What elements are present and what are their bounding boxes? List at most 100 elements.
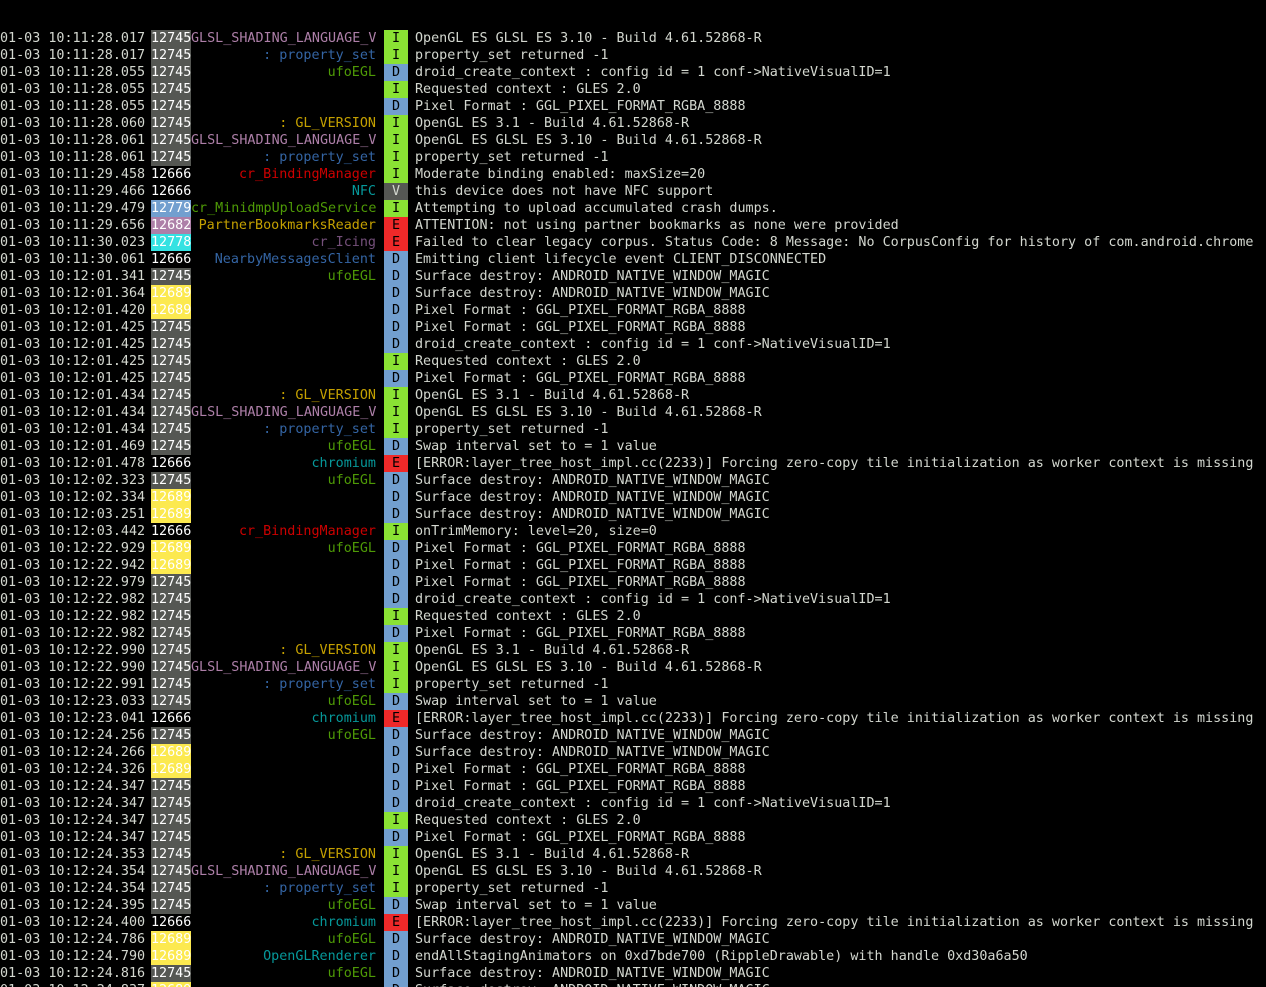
log-pid: 12745 xyxy=(151,30,191,47)
log-row: 01-03 10:12:01.434 12745: property_set Ipr… xyxy=(0,421,1266,438)
log-row: 01-03 10:12:01.434 12745: GL_VERSION I Open… xyxy=(0,387,1266,404)
log-row: 01-03 10:12:24.347 12745 D Pixel Format : G… xyxy=(0,778,1266,795)
log-tag: chromium xyxy=(311,915,377,930)
log-row: 01-03 10:12:03.442 12666 cr_BindingManager… xyxy=(0,523,1266,540)
log-message: Surface destroy: ANDROID_NATIVE_WINDOW_M… xyxy=(415,982,1266,987)
log-level-badge: D xyxy=(384,591,408,608)
log-level-badge: E xyxy=(384,217,408,234)
log-message: Requested context : GLES 2.0 xyxy=(415,609,641,624)
log-timestamp: 01-03 10:12:24.400 xyxy=(0,915,146,930)
log-timestamp: 01-03 10:12:03.251 xyxy=(0,507,146,522)
log-tag: NFC xyxy=(351,184,376,199)
log-timestamp: 01-03 10:11:28.017 xyxy=(0,48,146,63)
log-row: 01-03 10:11:28.060 12745: GL_VERSION I Open… xyxy=(0,115,1266,132)
log-message: ATTENTION: not using partner bookmarks a… xyxy=(415,218,899,233)
log-tag xyxy=(191,982,376,987)
log-tag xyxy=(191,81,376,98)
log-row: 01-03 10:12:24.353 12745: GL_VERSION I Open… xyxy=(0,846,1266,863)
log-pid: 12689 xyxy=(151,489,191,506)
log-level-badge: V xyxy=(384,183,408,200)
log-message: Pixel Format : GGL_PIXEL_FORMAT_RGBA_888… xyxy=(415,575,746,590)
log-timestamp: 01-03 10:12:22.929 xyxy=(0,541,146,556)
log-level-badge: E xyxy=(384,234,408,251)
log-level-badge: D xyxy=(384,540,408,557)
log-message: Attempting to upload accumulated crash d… xyxy=(415,201,778,216)
log-level-badge: E xyxy=(384,914,408,931)
log-row: 01-03 10:12:02.323 12745 ufoEGL D Surface de… xyxy=(0,472,1266,489)
log-tag xyxy=(191,319,376,336)
log-timestamp: 01-03 10:12:24.790 xyxy=(0,949,146,964)
log-pid: 12745 xyxy=(151,642,191,659)
log-row: 01-03 10:12:02.334 12689 D Surface destroy:… xyxy=(0,489,1266,506)
log-level-badge: D xyxy=(384,370,408,387)
log-row: 01-03 10:12:22.982 12745 Ddroid_create_con… xyxy=(0,591,1266,608)
log-message: Pixel Format : GGL_PIXEL_FORMAT_RGBA_888… xyxy=(415,320,746,335)
log-message: Moderate binding enabled: maxSize=20 xyxy=(415,167,706,182)
log-message: Requested context : GLES 2.0 xyxy=(415,813,641,828)
log-timestamp: 01-03 10:12:24.347 xyxy=(0,830,146,845)
log-pid: 12745 xyxy=(151,829,191,846)
log-message: droid_create_context : config id = 1 con… xyxy=(415,337,891,352)
log-pid: 12745 xyxy=(151,625,191,642)
log-pid: 12745 xyxy=(151,693,191,710)
log-row: 01-03 10:12:24.816 12745 ufoEGL D Surface de… xyxy=(0,965,1266,982)
log-tag xyxy=(191,285,376,302)
log-row: 01-03 10:11:29.458 12666 cr_BindingManager… xyxy=(0,166,1266,183)
log-row: 01-03 10:11:28.055 12745 ufoEGL Ddroid_crea… xyxy=(0,64,1266,81)
log-message: endAllStagingAnimators on 0xd7bde700 (Ri… xyxy=(415,949,1028,964)
log-row: 01-03 10:12:22.990 12745: GL_VERSION I Open… xyxy=(0,642,1266,659)
log-message: OpenGL ES GLSL ES 3.10 - Build 4.61.5286… xyxy=(415,660,762,675)
log-row: 01-03 10:12:01.425 12745 Ddroid_create_con… xyxy=(0,336,1266,353)
log-level-badge: D xyxy=(384,285,408,302)
log-timestamp: 01-03 10:11:30.023 xyxy=(0,235,146,250)
log-pid: 12745 xyxy=(151,319,191,336)
log-row: 01-03 10:11:28.017 12745: property_set Ipr… xyxy=(0,47,1266,64)
log-message: Surface destroy: ANDROID_NATIVE_WINDOW_M… xyxy=(415,932,770,947)
log-timestamp: 01-03 10:11:30.061 xyxy=(0,252,146,267)
log-level-badge: D xyxy=(384,744,408,761)
log-row: 01-03 10:12:22.979 12745 D Pixel Format : G… xyxy=(0,574,1266,591)
log-message: OpenGL ES 3.1 - Build 4.61.52868-R xyxy=(415,643,690,658)
log-pid: 12689 xyxy=(151,744,191,761)
log-row: 01-03 10:12:01.420 12689 D Pixel Format : G… xyxy=(0,302,1266,319)
log-tag: GLSL_SHADING_LANGUAGE_VERSION xyxy=(191,660,376,675)
log-pid: 12745 xyxy=(151,149,191,166)
log-tag: : GL_VERSION xyxy=(279,643,376,658)
log-pid: 12745 xyxy=(151,115,191,132)
log-pid: 12745 xyxy=(151,387,191,404)
log-timestamp: 01-03 10:11:28.055 xyxy=(0,65,146,80)
log-tag: cr_BindingManager xyxy=(238,167,376,182)
log-pid: 12666 xyxy=(151,252,191,267)
logcat-terminal[interactable]: 01-03 10:11:28.017 12745 GLSL_SHADING_LANG… xyxy=(0,0,1266,987)
log-message: property_set returned -1 xyxy=(415,881,609,896)
log-level-badge: D xyxy=(384,625,408,642)
log-message: this device does not have NFC support xyxy=(415,184,714,199)
log-pid: 12666 xyxy=(151,711,191,726)
log-timestamp: 01-03 10:11:28.055 xyxy=(0,82,146,97)
log-row: 01-03 10:12:24.786 12689 ufoEGL D Surface de… xyxy=(0,931,1266,948)
log-tag: : GL_VERSION xyxy=(279,116,376,131)
log-level-badge: I xyxy=(384,47,408,64)
log-timestamp: 01-03 10:12:01.469 xyxy=(0,439,146,454)
log-row: 01-03 10:12:22.982 12745 I Requested contex… xyxy=(0,608,1266,625)
log-tag: GLSL_SHADING_LANGUAGE_VERSION xyxy=(191,31,376,46)
log-pid: 12745 xyxy=(151,676,191,693)
log-timestamp: 01-03 10:12:22.982 xyxy=(0,609,146,624)
log-row: 01-03 10:11:29.656 12682 PartnerBookmarksR… xyxy=(0,217,1266,234)
log-message: Pixel Format : GGL_PIXEL_FORMAT_RGBA_888… xyxy=(415,558,746,573)
log-message: Failed to clear legacy corpus. Status Co… xyxy=(415,235,1254,250)
log-pid: 12745 xyxy=(151,778,191,795)
log-row: 01-03 10:12:01.425 12745 I Requested contex… xyxy=(0,353,1266,370)
log-row: 01-03 10:12:24.400 12666 chromium E [ERROR:l… xyxy=(0,914,1266,931)
log-message: OpenGL ES 3.1 - Build 4.61.52868-R xyxy=(415,116,690,131)
log-level-badge: I xyxy=(384,387,408,404)
log-pid: 12745 xyxy=(151,965,191,982)
log-message: Pixel Format : GGL_PIXEL_FORMAT_RGBA_888… xyxy=(415,830,746,845)
log-message: Surface destroy: ANDROID_NATIVE_WINDOW_M… xyxy=(415,490,770,505)
log-message: Swap interval set to = 1 value xyxy=(415,898,657,913)
log-message: droid_create_context : config id = 1 con… xyxy=(415,592,891,607)
log-level-badge: I xyxy=(384,880,408,897)
log-pid: 12745 xyxy=(151,880,191,897)
log-timestamp: 01-03 10:12:01.364 xyxy=(0,286,146,301)
log-tag: : property_set xyxy=(263,881,376,896)
